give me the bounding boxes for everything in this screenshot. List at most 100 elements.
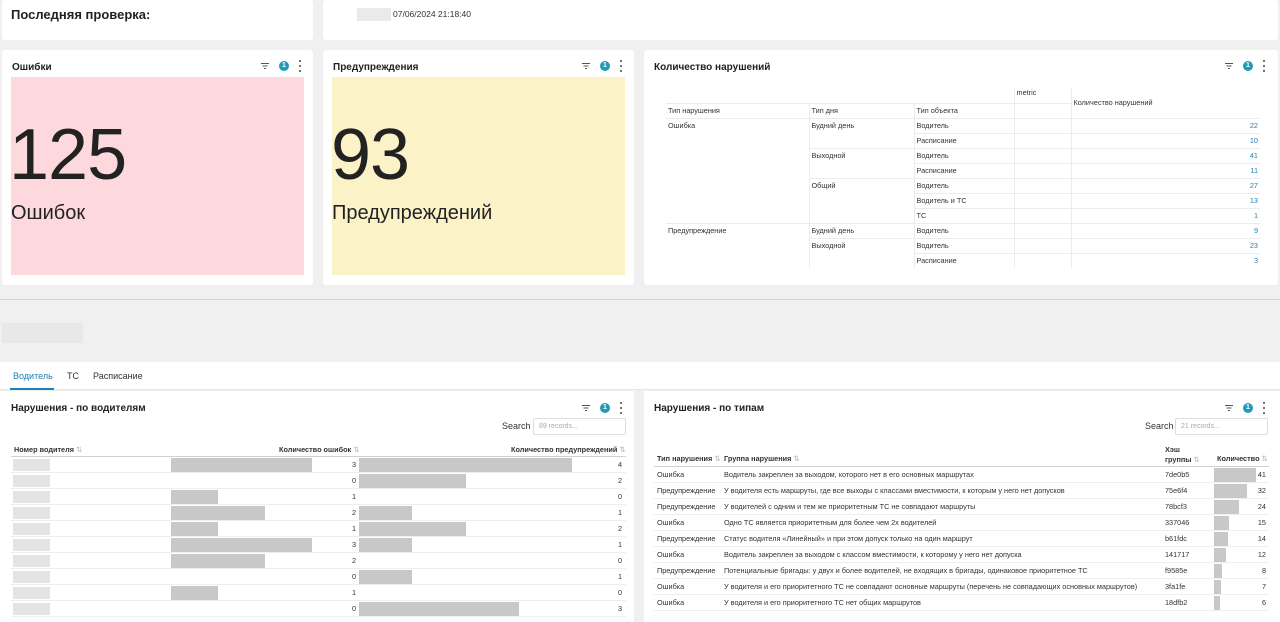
- table-row[interactable]: Ошибка Одно ТС является приоритетным для …: [654, 515, 1269, 531]
- table-row[interactable]: Предупреждение Потенциальные бригады: у д…: [654, 563, 1269, 579]
- pivot-cell-object: Водитель: [913, 178, 1014, 194]
- filter-icon[interactable]: [581, 403, 591, 413]
- tab-bar: Водитель ТС Расписание: [0, 362, 1280, 390]
- table-row[interactable]: 12: [11, 521, 626, 537]
- drivers-card: Нарушения - по водителям 1 Search 89 rec…: [0, 391, 634, 622]
- group-hash: 337046: [1165, 518, 1190, 527]
- pivot-cell-day: [808, 193, 914, 208]
- violation-group: Потенциальные бригады: у двух и более во…: [724, 566, 1088, 575]
- table-row[interactable]: Ошибка У водителя и его приоритетного ТС …: [654, 595, 1269, 611]
- more-menu-icon[interactable]: [298, 60, 302, 72]
- table-row[interactable]: 31: [11, 537, 626, 553]
- pivot-cell-object: Водитель и ТС: [913, 193, 1014, 209]
- active-tab-indicator: [10, 388, 54, 390]
- pivot-cell-day: [808, 253, 914, 268]
- pivot-cell-object: Водитель: [913, 148, 1014, 164]
- filter-count-badge[interactable]: 1: [1243, 61, 1253, 71]
- table-row[interactable]: Предупреждение У водителей с одним и тем …: [654, 499, 1269, 515]
- pivot-cell-day: Выходной: [808, 238, 914, 253]
- warnings-bar: [359, 522, 466, 536]
- more-menu-icon[interactable]: [619, 402, 623, 414]
- pivot-cell-type: [666, 148, 809, 163]
- count-bar: [1214, 516, 1230, 530]
- col-header-errors[interactable]: Количество ошибок ⇅: [279, 445, 359, 454]
- table-row[interactable]: Ошибка У водителя и его приоритетного ТС …: [654, 579, 1269, 595]
- table-row[interactable]: 02: [11, 473, 626, 489]
- filter-icon[interactable]: [1224, 403, 1234, 413]
- violation-group: Водитель закреплен за выходом, которого …: [724, 470, 974, 479]
- violation-type: Ошибка: [657, 550, 685, 559]
- col-header-group[interactable]: Группа нарушения ⇅: [724, 454, 799, 463]
- table-row[interactable]: 21: [11, 505, 626, 521]
- table-row[interactable]: 34: [11, 457, 626, 473]
- table-row[interactable]: Предупреждение У водителя есть маршруты, …: [654, 483, 1269, 499]
- filter-count-badge[interactable]: 1: [1243, 403, 1253, 413]
- pivot-cell-day: [808, 133, 914, 149]
- pivot-cell-count: 10: [1070, 133, 1260, 149]
- redacted-driver-id: [13, 491, 50, 503]
- more-menu-icon[interactable]: [1262, 402, 1266, 414]
- errors-value: 1: [351, 492, 356, 501]
- col-header-count[interactable]: Количество ⇅: [1217, 454, 1268, 463]
- table-row[interactable]: Ошибка Водитель закреплен за выходом, кот…: [654, 467, 1269, 483]
- pivot-cell-object: Водитель: [913, 118, 1014, 134]
- col-header-type[interactable]: Тип нарушения ⇅: [657, 454, 720, 463]
- warnings-value: 1: [617, 540, 622, 549]
- tab-driver[interactable]: Водитель: [13, 371, 53, 381]
- pivot-header-count: Количество нарушений: [1070, 88, 1260, 119]
- section-separator: [0, 299, 1280, 300]
- pivot-cell-metric: [1013, 133, 1071, 149]
- filter-icon[interactable]: [1224, 61, 1234, 71]
- violation-group: Одно ТС является приоритетным для более …: [724, 518, 937, 527]
- search-input[interactable]: 89 records...: [533, 418, 626, 435]
- pivot-cell-object: Водитель: [913, 238, 1014, 254]
- group-hash: 75e6f4: [1165, 486, 1188, 495]
- filter-count-badge[interactable]: 1: [600, 403, 610, 413]
- errors-card: Ошибки 1 125 Ошибок: [2, 50, 313, 285]
- table-row[interactable]: Предупреждение Статус водителя «Линейный»…: [654, 531, 1269, 547]
- errors-bar: [171, 554, 265, 568]
- table-row[interactable]: 01: [11, 569, 626, 585]
- table-row[interactable]: Ошибка Водитель закреплен за выходом с кл…: [654, 547, 1269, 563]
- redacted-driver-id: [13, 475, 50, 487]
- violation-type: Предупреждение: [657, 566, 716, 575]
- warnings-value: 3: [617, 604, 622, 613]
- last-check-card: Последняя проверка:: [2, 0, 313, 40]
- table-row[interactable]: 10: [11, 489, 626, 505]
- more-menu-icon[interactable]: [1262, 60, 1266, 72]
- errors-value: 0: [351, 476, 356, 485]
- pivot-cell-metric: [1013, 163, 1071, 179]
- table-row[interactable]: 20: [11, 553, 626, 569]
- filter-count-badge[interactable]: 1: [600, 61, 610, 71]
- col-header-hash[interactable]: Хэш группы ⇅: [1165, 445, 1209, 465]
- col-header-driver[interactable]: Номер водителя ⇅: [14, 445, 82, 454]
- tab-schedule[interactable]: Расписание: [93, 371, 143, 381]
- filter-icon[interactable]: [260, 61, 270, 71]
- pivot-cell-metric: [1013, 253, 1071, 268]
- warnings-value: 1: [617, 572, 622, 581]
- search-input[interactable]: 21 records...: [1175, 418, 1268, 435]
- types-title: Нарушения - по типам: [654, 403, 765, 414]
- col-header-warnings[interactable]: Количество предупреждений ⇅: [511, 445, 625, 454]
- warnings-bar: [359, 538, 413, 552]
- pivot-cell-count: 3: [1070, 253, 1260, 268]
- errors-value: 2: [351, 556, 356, 565]
- pivot-header-object: Тип объекта: [913, 103, 1014, 119]
- errors-value: 0: [351, 604, 356, 613]
- more-menu-icon[interactable]: [619, 60, 623, 72]
- group-hash: b61fdc: [1165, 534, 1187, 543]
- pivot-cell-type: [666, 163, 809, 178]
- table-row[interactable]: 03: [11, 601, 626, 617]
- filter-icon[interactable]: [581, 61, 591, 71]
- filter-count-badge[interactable]: 1: [279, 61, 289, 71]
- violation-type: Предупреждение: [657, 502, 716, 511]
- last-check-datetime: 07/06/2024 21:18:40: [393, 9, 471, 19]
- pivot-cell-object: ТС: [913, 208, 1014, 224]
- table-row[interactable]: 10: [11, 585, 626, 601]
- tab-vehicle[interactable]: ТС: [67, 371, 79, 381]
- violation-type: Ошибка: [657, 518, 685, 527]
- warnings-value: 0: [617, 588, 622, 597]
- pivot-cell-metric: [1013, 193, 1071, 209]
- pivot-row: Расписание 10: [666, 133, 1260, 149]
- violation-count: 12: [1257, 550, 1266, 559]
